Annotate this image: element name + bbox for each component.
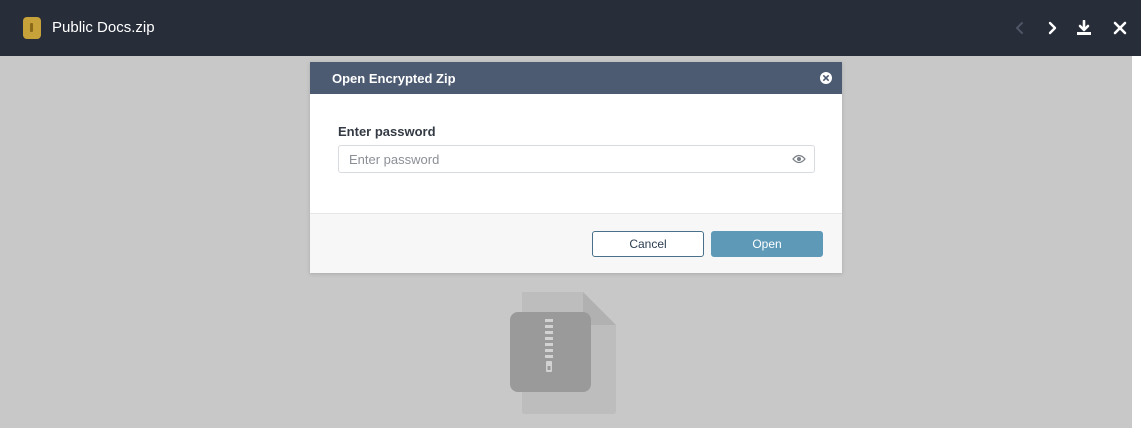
download-icon [1077,20,1091,35]
chevron-right-icon [1048,21,1057,35]
eye-icon[interactable] [792,153,806,165]
open-button[interactable]: Open [711,231,823,257]
download-button[interactable] [1070,14,1098,42]
open-encrypted-zip-dialog: Open Encrypted Zip Enter password Cancel… [310,62,842,273]
dialog-footer: Cancel Open [310,213,842,273]
close-viewer-button[interactable] [1106,14,1134,42]
dialog-header: Open Encrypted Zip [310,62,842,94]
cancel-button[interactable]: Cancel [592,231,704,257]
previous-button[interactable] [1006,14,1034,42]
zip-archive-icon [510,292,616,414]
close-icon [1113,21,1127,35]
top-bar: Public Docs.zip [0,0,1141,56]
next-button[interactable] [1038,14,1066,42]
file-name: Public Docs.zip [52,19,155,36]
chevron-left-icon [1016,22,1023,34]
close-circle-icon[interactable] [819,71,833,85]
password-label: Enter password [338,124,436,139]
zip-file-icon [23,17,41,39]
dialog-title: Open Encrypted Zip [332,71,456,86]
password-input[interactable] [338,145,815,173]
